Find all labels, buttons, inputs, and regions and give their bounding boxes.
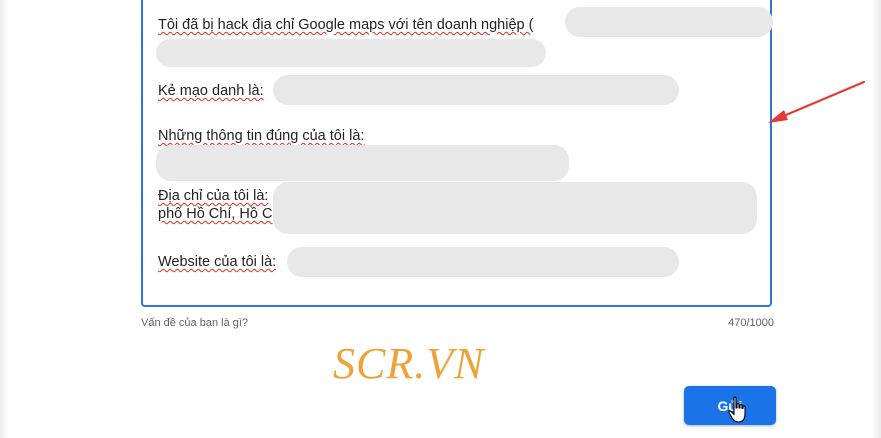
character-counter: 470/1000 <box>728 317 774 329</box>
redacted-website <box>287 247 679 277</box>
redacted-address <box>273 182 757 234</box>
redacted-business-name <box>565 7 773 37</box>
watermark: SCR.VN <box>333 339 485 388</box>
report-line-5-text: Website của tôi là: <box>158 254 277 270</box>
report-line-4-text: Địa chỉ của tôi là: <box>158 188 269 204</box>
report-line-address-cont: phố Hồ Chí, Hồ C <box>158 205 272 223</box>
issue-description-textarea[interactable]: Tôi đã bị hack địa chỉ Google maps với t… <box>141 0 773 307</box>
textarea-caption: Vấn đề của bạn là gì? <box>141 317 249 329</box>
report-line-impersonator: Kẻ mạo danh là: <box>158 82 264 100</box>
report-line-3-text: Những thông tin đúng của tôi là: <box>158 128 365 144</box>
report-line-business-name: Tôi đã bị hack địa chỉ Google maps với t… <box>158 16 533 34</box>
redacted-business-name-cont <box>156 39 546 67</box>
right-panel-edge <box>871 0 881 438</box>
report-form-page: Tôi đã bị hack địa chỉ Google maps với t… <box>0 0 881 438</box>
report-line-1-text: Tôi đã bị hack địa chỉ Google maps với t… <box>158 17 534 33</box>
hand-pointer-icon <box>728 396 746 423</box>
redacted-correct-info <box>156 145 569 181</box>
left-panel-edge <box>0 0 8 438</box>
redacted-impersonator <box>273 75 679 105</box>
report-line-2-text: Kẻ mạo danh là: <box>158 83 264 99</box>
report-line-correct-info: Những thông tin đúng của tôi là: <box>158 127 364 145</box>
report-line-4b-text: phố Hồ Chí, Hồ C <box>158 206 273 222</box>
report-line-address: Địa chỉ của tôi là: <box>158 187 268 205</box>
red-arrow-icon <box>768 80 866 123</box>
report-line-website: Website của tôi là: <box>158 253 276 271</box>
